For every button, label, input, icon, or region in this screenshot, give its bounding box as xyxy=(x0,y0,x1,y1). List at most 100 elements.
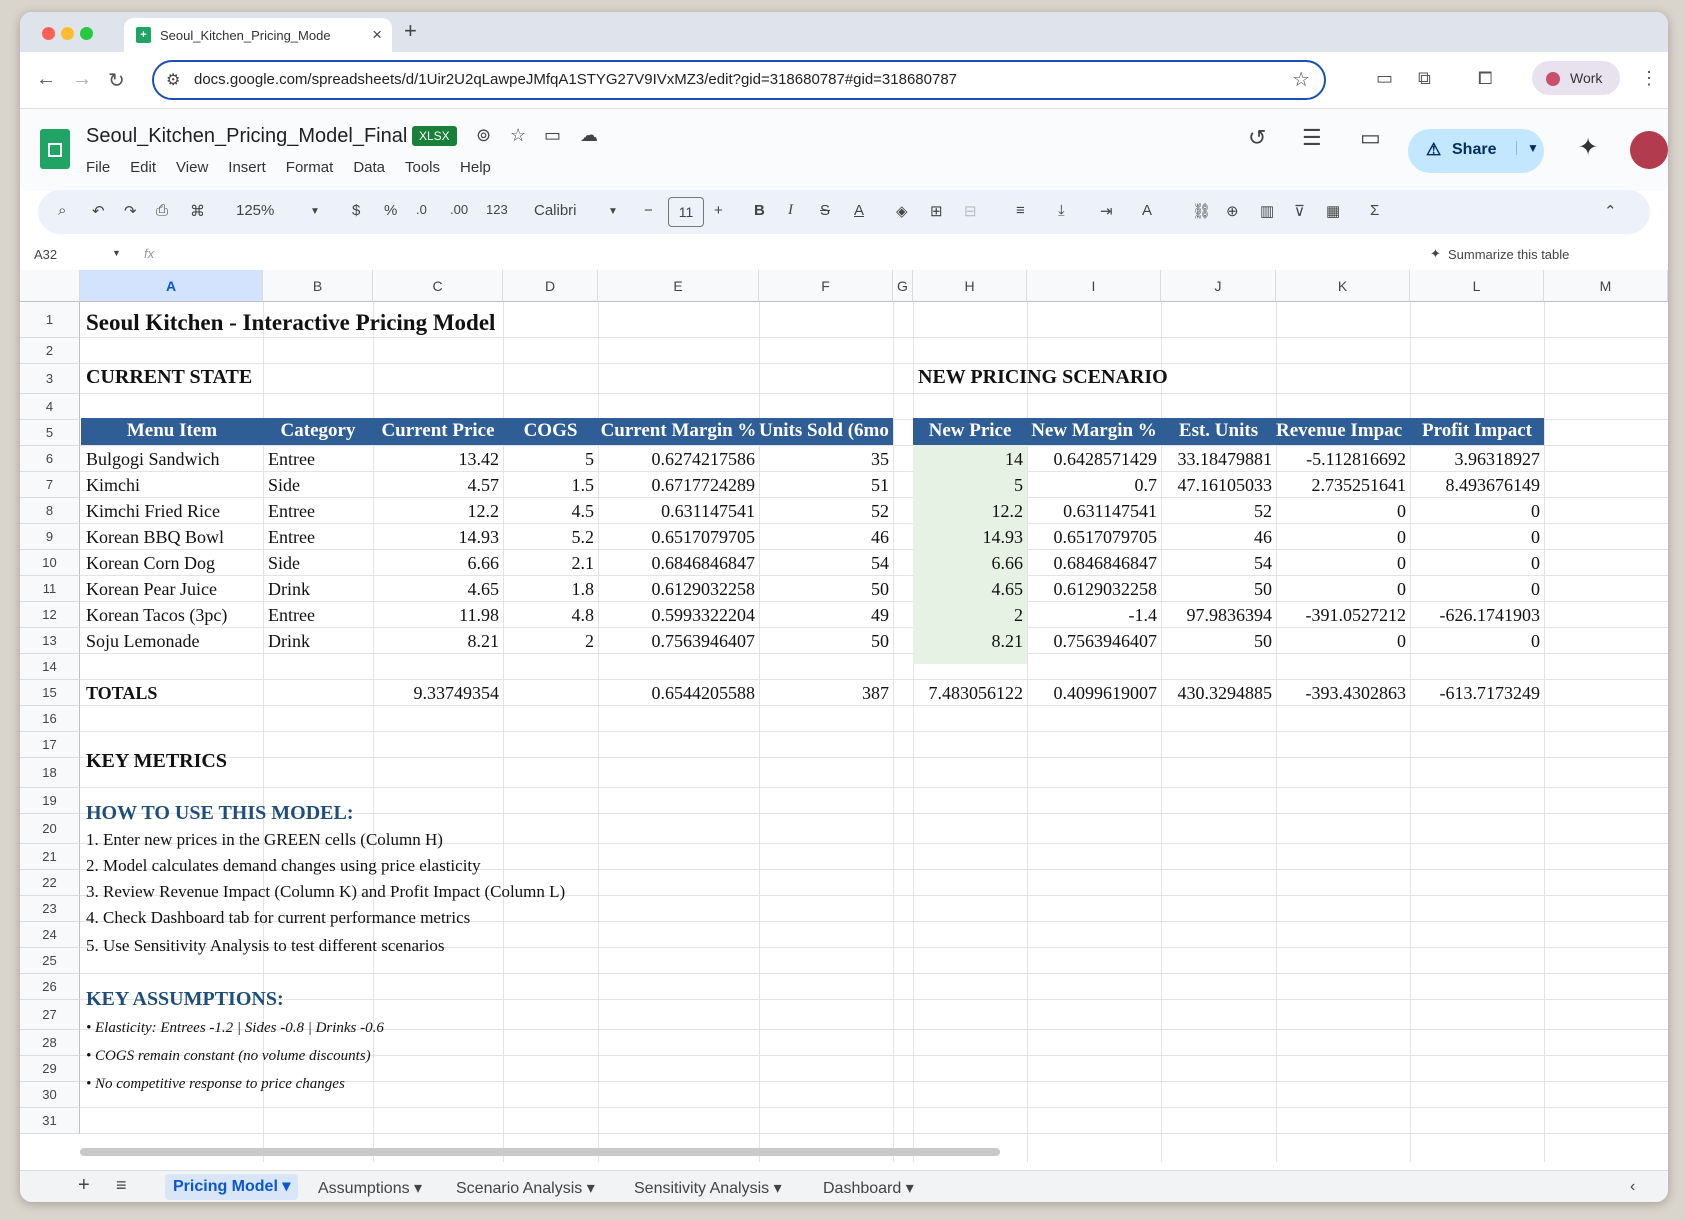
cell-new-margin[interactable]: 0.6846846847 xyxy=(1027,550,1161,576)
tab-pricing-model[interactable]: Pricing Model ▾ xyxy=(165,1174,299,1200)
cell-units-sold[interactable]: 52 xyxy=(759,498,893,524)
cell-cogs[interactable]: 5.2 xyxy=(503,524,598,550)
more-formats-button[interactable]: 123 xyxy=(486,202,508,217)
paint-format-icon[interactable]: ⌘ xyxy=(190,202,205,220)
cell-new-price[interactable]: 2 xyxy=(913,602,1027,628)
browser-menu-icon[interactable]: ⋮ xyxy=(1640,68,1658,89)
bold-button[interactable]: B xyxy=(754,202,765,219)
column-header-m[interactable]: M xyxy=(1544,270,1668,302)
totals-menu-item[interactable]: TOTALS xyxy=(82,680,263,706)
cell-current-price[interactable]: 11.98 xyxy=(373,602,503,628)
cell-category[interactable]: Drink xyxy=(264,628,372,654)
cell-profit-impact[interactable]: 0 xyxy=(1410,498,1544,524)
text-color-icon[interactable]: A xyxy=(854,202,864,219)
row-header[interactable]: 8 xyxy=(20,498,80,524)
vertical-align-icon[interactable]: ⤓ xyxy=(1058,202,1065,219)
header-revenue-impact[interactable]: Revenue Impac xyxy=(1276,420,1410,442)
cell-menu-item[interactable]: Korean Pear Juice xyxy=(82,576,263,602)
profile-button[interactable]: Work xyxy=(1532,61,1620,95)
gemini-icon[interactable]: ✦ xyxy=(1578,133,1598,162)
cell-est-units[interactable]: 46 xyxy=(1161,524,1276,550)
cell-menu-item[interactable]: Soju Lemonade xyxy=(82,628,263,654)
undo-icon[interactable]: ↶ xyxy=(92,202,105,220)
cell-cogs[interactable]: 5 xyxy=(503,446,598,472)
current-state-label[interactable]: CURRENT STATE xyxy=(82,366,482,389)
cell-menu-item[interactable]: Korean BBQ Bowl xyxy=(82,524,263,550)
text-rotation-icon[interactable]: A xyxy=(1142,202,1152,219)
menu-help[interactable]: Help xyxy=(460,159,491,176)
assumption-1[interactable]: • Elasticity: Entrees -1.2 | Sides -0.8 … xyxy=(82,1020,582,1037)
name-box[interactable]: A32 xyxy=(34,247,57,262)
spreadsheet-grid[interactable]: A B C D E F G H I J K L M 1 2 3 4 5 6 7 8 9 10 11 1… xyxy=(20,270,1668,1170)
cell-category[interactable]: Drink xyxy=(264,576,372,602)
header-cogs[interactable]: COGS xyxy=(503,420,598,442)
cell-cogs[interactable]: 4.5 xyxy=(503,498,598,524)
version-history-icon[interactable]: ↺ xyxy=(1248,125,1266,151)
increase-decimal-button[interactable]: .00 xyxy=(450,202,468,217)
column-header-i[interactable]: I xyxy=(1027,270,1161,302)
cell-cogs[interactable]: 4.8 xyxy=(503,602,598,628)
assumption-3[interactable]: • No competitive response to price chang… xyxy=(82,1076,582,1093)
tab-search-icon[interactable]: ⧠ xyxy=(1478,68,1492,89)
row-header[interactable]: 18 xyxy=(20,758,80,788)
new-pricing-label[interactable]: NEW PRICING SCENARIO xyxy=(914,366,1314,389)
cell-profit-impact[interactable]: 0 xyxy=(1410,550,1544,576)
row-header[interactable]: 27 xyxy=(20,1000,80,1030)
minimize-window-button[interactable] xyxy=(61,27,74,40)
font-size-decrease-icon[interactable]: − xyxy=(644,202,653,219)
cell-current-price[interactable]: 14.93 xyxy=(373,524,503,550)
cell-new-margin[interactable]: 0.631147541 xyxy=(1027,498,1161,524)
address-bar[interactable]: ⚙ docs.google.com/spreadsheets/d/1Uir2U2… xyxy=(152,60,1326,100)
cell-new-price[interactable]: 14.93 xyxy=(913,524,1027,550)
font-select[interactable]: Calibri xyxy=(534,202,577,219)
functions-button[interactable]: Σ xyxy=(1370,202,1379,219)
assumption-2[interactable]: • COGS remain constant (no volume discou… xyxy=(82,1048,582,1065)
collapse-toolbar-icon[interactable]: ⌃ xyxy=(1604,202,1617,220)
cell-cogs[interactable]: 2 xyxy=(503,628,598,654)
cell-est-units[interactable]: 33.18479881 xyxy=(1161,446,1276,472)
tab-assumptions[interactable]: Assumptions ▾ xyxy=(318,1178,422,1198)
font-size-increase-icon[interactable]: + xyxy=(714,202,723,219)
row-header[interactable]: 12 xyxy=(20,602,80,628)
row-header[interactable]: 7 xyxy=(20,472,80,498)
cell-new-price[interactable]: 6.66 xyxy=(913,550,1027,576)
row-header[interactable]: 14 xyxy=(20,654,80,680)
star-icon[interactable]: ☆ xyxy=(510,125,526,146)
cell-new-margin[interactable]: -1.4 xyxy=(1027,602,1161,628)
menu-tools[interactable]: Tools xyxy=(405,159,440,176)
cell-current-margin[interactable]: 0.6846846847 xyxy=(598,550,759,576)
menu-insert[interactable]: Insert xyxy=(228,159,266,176)
cell-category[interactable]: Entree xyxy=(264,524,372,550)
borders-icon[interactable]: ⊞ xyxy=(930,202,943,220)
cell-units-sold[interactable]: 49 xyxy=(759,602,893,628)
cell-profit-impact[interactable]: 3.96318927 xyxy=(1410,446,1544,472)
cloud-status-icon[interactable]: ☁ xyxy=(580,125,598,146)
insert-link-icon[interactable]: ⛓ xyxy=(1192,202,1211,220)
row-header[interactable]: 21 xyxy=(20,844,80,870)
cell-profit-impact[interactable]: 0 xyxy=(1410,576,1544,602)
move-folder-icon[interactable]: ▭ xyxy=(544,125,561,146)
cell-revenue-impact[interactable]: -5.112816692 xyxy=(1276,446,1410,472)
cell-profit-impact[interactable]: 8.493676149 xyxy=(1410,472,1544,498)
row-header[interactable]: 15 xyxy=(20,680,80,706)
row-header[interactable]: 19 xyxy=(20,788,80,814)
row-header[interactable]: 29 xyxy=(20,1056,80,1082)
row-header[interactable]: 24 xyxy=(20,922,80,948)
tab-scenario-analysis[interactable]: Scenario Analysis ▾ xyxy=(456,1178,595,1198)
column-header-h[interactable]: H xyxy=(913,270,1027,302)
cell-menu-item[interactable]: Bulgogi Sandwich xyxy=(82,446,263,472)
filter-views-icon[interactable]: ▦ xyxy=(1326,202,1340,220)
header-profit-impact[interactable]: Profit Impact xyxy=(1410,420,1544,442)
cell-units-sold[interactable]: 51 xyxy=(759,472,893,498)
row-header[interactable]: 25 xyxy=(20,948,80,974)
insert-comment-icon[interactable]: ⊕ xyxy=(1226,202,1239,220)
bookmark-star-icon[interactable]: ☆ xyxy=(1292,67,1310,92)
row-header[interactable]: 22 xyxy=(20,870,80,896)
fill-color-icon[interactable]: ◈ xyxy=(896,202,908,220)
extensions-icon[interactable]: ⧉ xyxy=(1418,68,1431,89)
cell-current-price[interactable]: 13.42 xyxy=(373,446,503,472)
font-chevron-down-icon[interactable]: ▼ xyxy=(608,206,618,217)
cell-revenue-impact[interactable]: 2.735251641 xyxy=(1276,472,1410,498)
align-icon[interactable]: ≡ xyxy=(1016,202,1025,219)
cell-new-margin[interactable]: 0.7 xyxy=(1027,472,1161,498)
